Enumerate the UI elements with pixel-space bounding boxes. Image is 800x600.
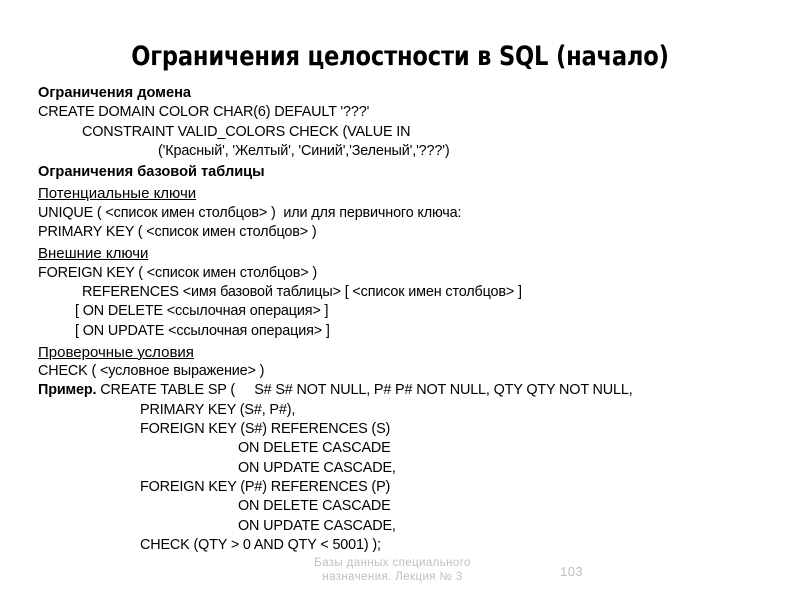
page-number: 103 [560,564,584,579]
code-line-example-primary-key: PRIMARY KEY (S#, P#), [140,401,296,418]
code-line-color-values: ('Красный', 'Желтый', 'Синий','Зеленый',… [158,142,450,159]
slide-body: Ограничения домена CREATE DOMAIN COLOR C… [38,84,778,555]
code-line-foreign-key: FOREIGN KEY ( <список имен столбцов> ) [38,264,318,281]
code-line-example-on-delete-cascade-p: ON DELETE CASCADE [238,498,391,515]
presentation-slide: Ограничения целостности в SQL (начало) О… [0,0,800,600]
code-line-example-on-update-cascade-s: ON UPDATE CASCADE, [238,459,396,476]
code-line-example-foreign-key-p: FOREIGN KEY (P#) REFERENCES (P) [140,478,391,495]
code-line-example-on-delete-cascade-s: ON DELETE CASCADE [238,440,391,457]
example-create-table: CREATE TABLE SP ( S# S# NOT NULL, P# P# … [96,382,633,399]
code-line-unique: UNIQUE ( <список имен столбцов> ) или дл… [38,204,462,221]
code-line-primary-key: PRIMARY KEY ( <список имен столбцов> ) [38,224,317,241]
code-line-check: CHECK ( <условное выражение> ) [38,363,265,380]
code-line-on-update-option: [ ON UPDATE <ссылочная операция> ] [75,322,330,339]
example-first-line: Пример. CREATE TABLE SP ( S# S# NOT NULL… [38,381,778,400]
code-line-references: REFERENCES <имя базовой таблицы> [ <спис… [82,283,522,300]
section-heading-base-table-constraints: Ограничения базовой таблицы [38,164,265,181]
code-line-example-foreign-key-s: FOREIGN KEY (S#) REFERENCES (S) [140,421,391,438]
example-label: Пример. [38,382,97,399]
section-heading-check-conditions: Проверочные условия [38,343,194,361]
code-line-constraint-valid-colors: CONSTRAINT VALID_COLORS CHECK (VALUE IN [82,123,411,140]
code-line-create-domain: CREATE DOMAIN COLOR CHAR(6) DEFAULT '???… [38,104,370,121]
code-line-on-delete-option: [ ON DELETE <ссылочная операция> ] [75,303,329,320]
section-heading-domain-constraints: Ограничения домена [38,85,192,101]
section-heading-foreign-keys: Внешние ключи [38,245,149,263]
slide-footer: Базы данных специального назначения. Лек… [314,557,471,583]
page-title: Ограничения целостности в SQL (начало) [131,41,669,73]
code-line-example-on-update-cascade-p: ON UPDATE CASCADE, [238,517,396,534]
code-line-example-check-qty: CHECK (QTY > 0 AND QTY < 5001) ); [140,536,381,553]
section-heading-candidate-keys: Потенциальные ключи [38,185,197,203]
